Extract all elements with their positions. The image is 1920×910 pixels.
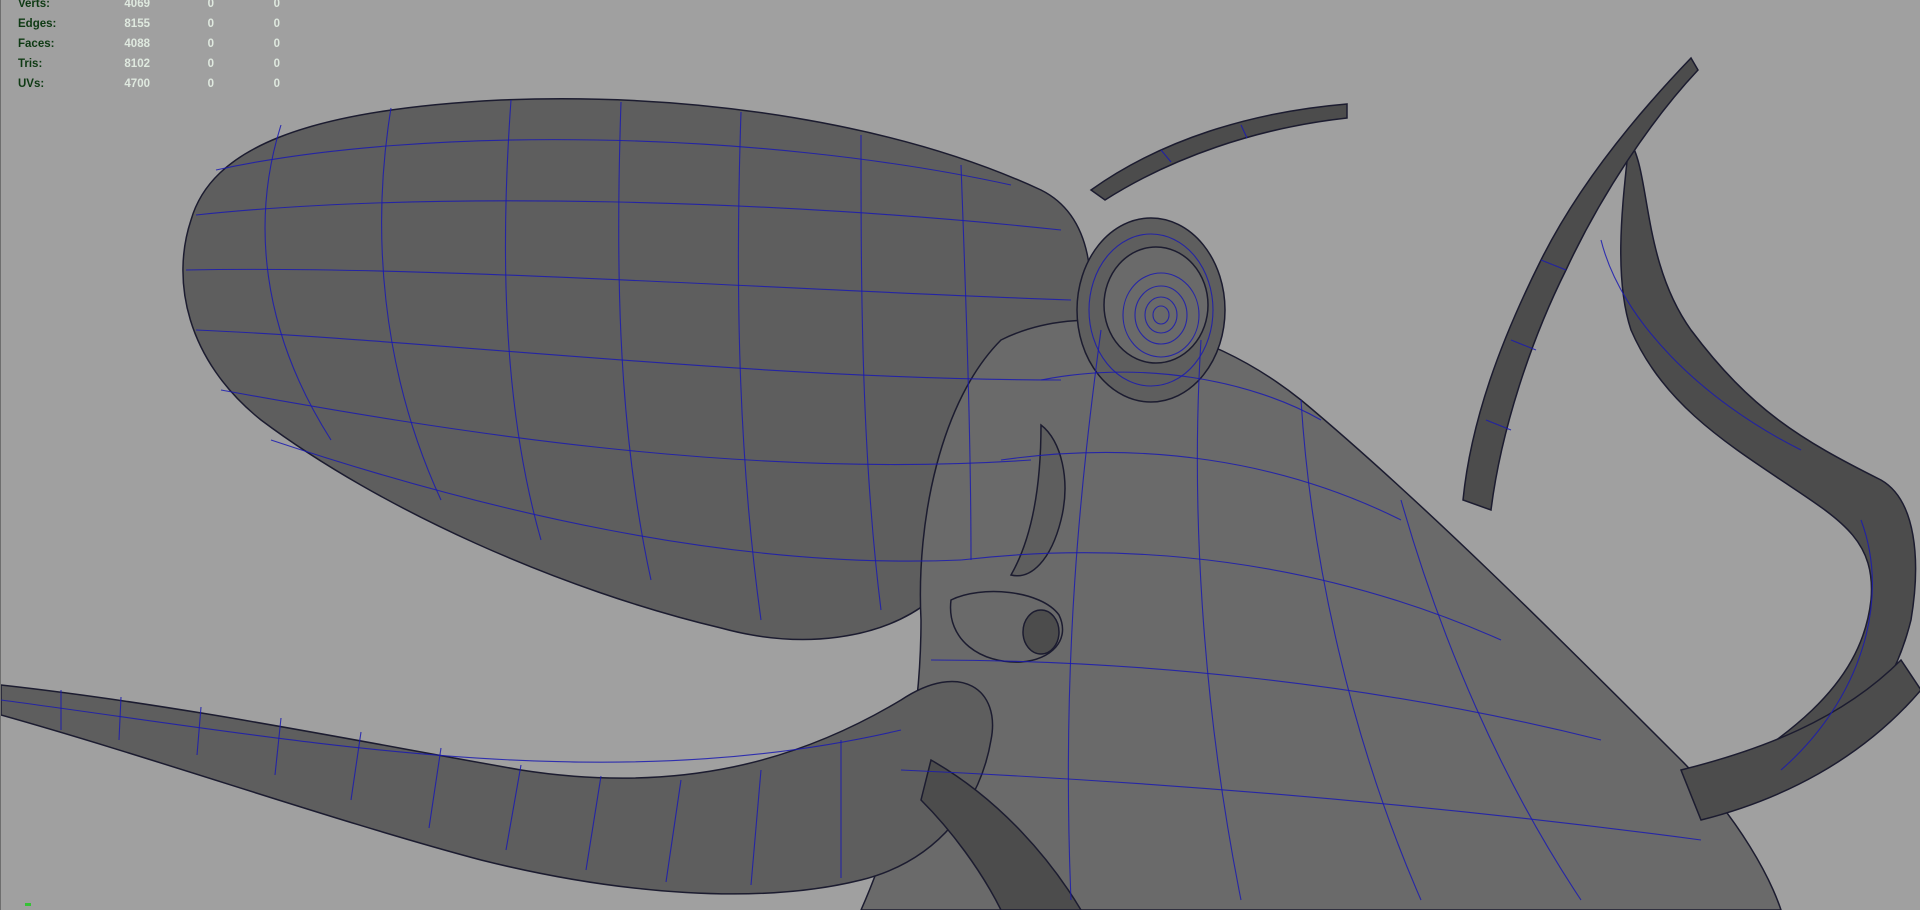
tentacle-right-lower bbox=[1679, 658, 1920, 821]
hud-value: 0 bbox=[273, 78, 280, 90]
poly-count-hud: Verts: 4069 0 0 Edges: 8155 0 0 Faces: 4… bbox=[18, 0, 280, 94]
hud-value: 0 bbox=[207, 58, 214, 70]
hud-row-uvs: UVs: 4700 0 0 bbox=[18, 74, 280, 94]
hud-value: 0 bbox=[273, 0, 280, 10]
hud-value: 0 bbox=[273, 18, 280, 30]
octopus-mesh[interactable] bbox=[1, 0, 1920, 910]
hud-value: 8155 bbox=[124, 18, 150, 30]
hud-value: 4069 bbox=[124, 0, 150, 10]
antenna bbox=[1089, 103, 1348, 201]
hud-label: Tris: bbox=[18, 58, 43, 70]
hud-value: 8102 bbox=[124, 58, 150, 70]
hud-value: 0 bbox=[207, 38, 214, 50]
hud-value: 4088 bbox=[124, 38, 150, 50]
hud-label: UVs: bbox=[18, 78, 45, 90]
hud-label: Edges: bbox=[18, 18, 57, 30]
siphon-opening bbox=[1022, 609, 1060, 655]
hud-value: 0 bbox=[207, 78, 214, 90]
hud-row-faces: Faces: 4088 0 0 bbox=[18, 34, 280, 54]
hud-row-verts: Verts: 4069 0 0 bbox=[18, 0, 280, 14]
hud-label: Faces: bbox=[18, 38, 55, 50]
hud-value: 4700 bbox=[124, 78, 150, 90]
hud-value: 0 bbox=[273, 58, 280, 70]
hud-row-tris: Tris: 8102 0 0 bbox=[18, 54, 280, 74]
hud-value: 0 bbox=[207, 18, 214, 30]
hud-value: 0 bbox=[207, 0, 214, 10]
tentacle-front-left bbox=[1, 680, 994, 895]
hud-value: 0 bbox=[273, 38, 280, 50]
hud-label: Verts: bbox=[18, 0, 50, 10]
eyeball bbox=[1103, 246, 1209, 364]
axis-indicator-icon bbox=[25, 903, 31, 906]
hud-row-edges: Edges: 8155 0 0 bbox=[18, 14, 280, 34]
viewport[interactable]: Verts: 4069 0 0 Edges: 8155 0 0 Faces: 4… bbox=[0, 0, 1920, 910]
